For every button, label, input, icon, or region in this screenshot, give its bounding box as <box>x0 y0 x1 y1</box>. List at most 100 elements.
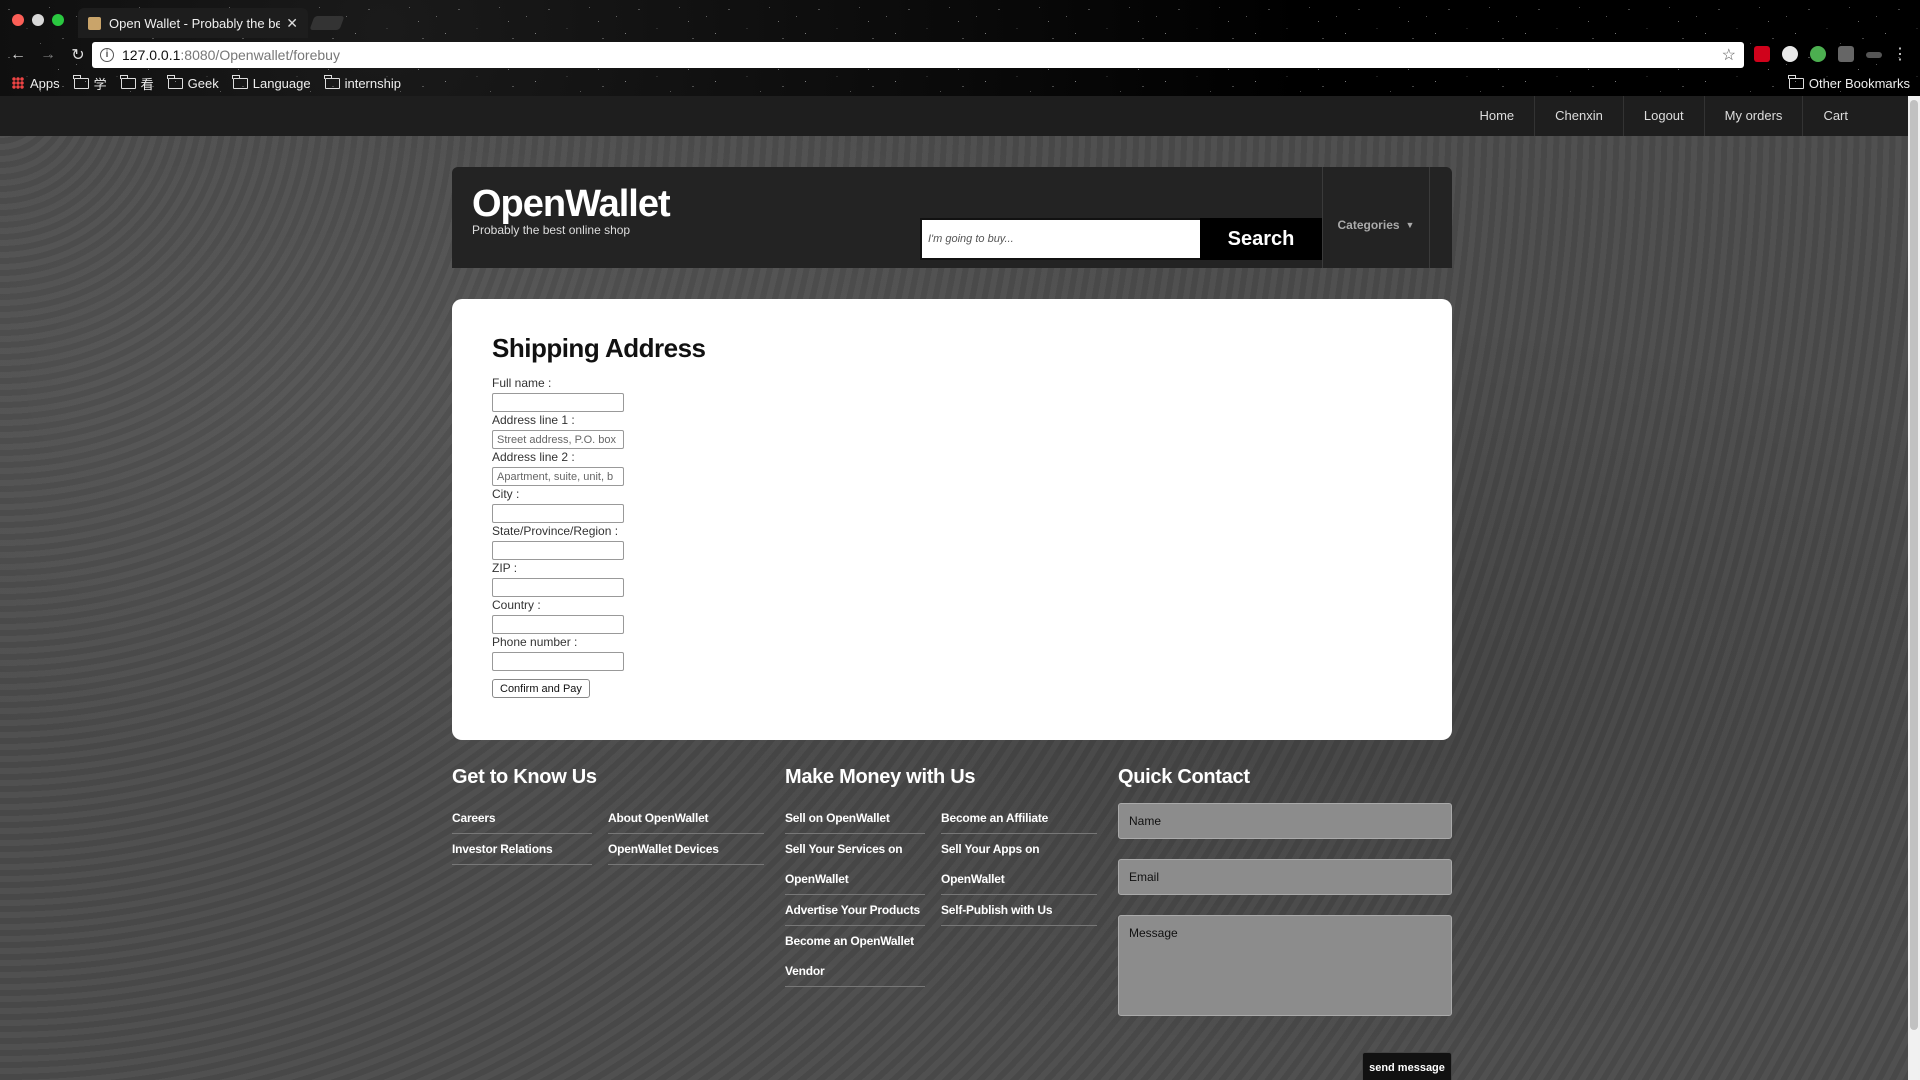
bookmark-label: Apps <box>30 75 60 91</box>
categories-label: Categories <box>1337 217 1400 232</box>
new-tab-button[interactable] <box>309 16 345 30</box>
field-label: Country : <box>492 598 541 612</box>
field-label: Address line 2 : <box>492 450 575 464</box>
city-input[interactable] <box>492 504 624 523</box>
search-input[interactable] <box>920 218 1202 260</box>
bookmark-label: 学 <box>93 76 107 92</box>
close-window-icon[interactable] <box>12 14 24 26</box>
footer-link-column: Careers Investor Relations <box>452 803 592 865</box>
footer-link[interactable]: Sell Your Apps on OpenWallet <box>941 834 1097 895</box>
footer-link[interactable]: Become an Affiliate <box>941 803 1097 834</box>
footer-link-column: Sell on OpenWallet Sell Your Services on… <box>785 803 925 987</box>
state-input[interactable] <box>492 541 624 560</box>
send-message-button[interactable]: send message <box>1362 1052 1452 1080</box>
folder-icon <box>324 74 340 89</box>
favicon-icon <box>88 16 101 30</box>
folder-icon <box>73 74 89 89</box>
bookmark-apps[interactable]: Apps <box>12 76 60 91</box>
footer-heading: Make Money with Us <box>785 766 976 788</box>
window-controls <box>12 14 64 26</box>
nav-logout[interactable]: Logout <box>1622 96 1704 136</box>
bookmark-folder-internship[interactable]: internship <box>324 74 401 91</box>
footer-link[interactable]: Advertise Your Products <box>785 895 925 926</box>
address-line-1-input[interactable] <box>492 430 624 449</box>
search-button[interactable]: Search <box>1200 218 1322 260</box>
bookmark-folder-language[interactable]: Language <box>232 74 311 91</box>
browser-tab[interactable]: Open Wallet - Probably the be ✕ <box>78 8 308 38</box>
close-tab-icon[interactable]: ✕ <box>286 15 298 32</box>
page-body: Home Chenxin Logout My orders Cart OpenW… <box>0 96 1908 1080</box>
field-phone: Phone number : <box>492 635 1412 672</box>
footer-link[interactable]: Careers <box>452 803 592 834</box>
field-address-2: Address line 2 : <box>492 450 1412 487</box>
site-tagline: Probably the best online shop <box>472 223 631 237</box>
categories-dropdown[interactable]: Categories ▼ <box>1322 167 1430 268</box>
field-label: State/Province/Region : <box>492 524 619 538</box>
back-icon[interactable]: ← <box>6 46 30 64</box>
extension-icon-5[interactable] <box>1866 52 1882 58</box>
field-full-name: Full name : <box>492 376 1412 413</box>
footer-link-column: About OpenWallet OpenWallet Devices <box>608 803 764 865</box>
scrollbar-thumb[interactable] <box>1910 100 1918 1030</box>
site-logo[interactable]: OpenWallet <box>472 183 671 226</box>
nav-cart[interactable]: Cart <box>1802 96 1868 136</box>
top-nav: Home Chenxin Logout My orders Cart <box>1459 96 1868 136</box>
field-country: Country : <box>492 598 1412 635</box>
footer-link[interactable]: Self-Publish with Us <box>941 895 1097 926</box>
reload-icon[interactable]: ↻ <box>66 45 90 65</box>
browser-chrome: Open Wallet - Probably the be ✕ ← → ↻ i … <box>0 0 1920 96</box>
field-label: ZIP : <box>492 561 518 575</box>
zip-input[interactable] <box>492 578 624 597</box>
apps-grid-icon <box>12 77 24 89</box>
bookmark-folder-2[interactable]: 看 <box>120 74 154 93</box>
extension-icon-4[interactable] <box>1838 46 1854 62</box>
footer-link[interactable]: OpenWallet Devices <box>608 834 764 865</box>
bookmark-folder-1[interactable]: 学 <box>73 74 107 93</box>
extension-icon-2[interactable] <box>1782 46 1798 62</box>
page-scrollbar[interactable] <box>1908 96 1920 1080</box>
contact-email-input[interactable] <box>1118 859 1452 895</box>
folder-icon <box>232 74 248 89</box>
info-icon[interactable]: i <box>100 48 114 62</box>
country-input[interactable] <box>492 615 624 634</box>
top-bar: Home Chenxin Logout My orders Cart <box>0 96 1908 136</box>
footer-link[interactable]: Sell Your Services on OpenWallet <box>785 834 925 895</box>
phone-input[interactable] <box>492 652 624 671</box>
field-label: Phone number : <box>492 635 578 649</box>
bookmark-folder-geek[interactable]: Geek <box>167 74 219 91</box>
chevron-down-icon: ▼ <box>1405 219 1415 230</box>
footer-link[interactable]: Become an OpenWallet Vendor <box>785 926 925 987</box>
extension-icon-1[interactable] <box>1754 46 1770 62</box>
other-bookmarks-label: Other Bookmarks <box>1808 75 1910 91</box>
maximize-window-icon[interactable] <box>52 14 64 26</box>
contact-message-input[interactable] <box>1118 915 1452 1016</box>
footer-link[interactable]: Sell on OpenWallet <box>785 803 925 834</box>
full-name-input[interactable] <box>492 393 624 412</box>
bookmark-star-icon[interactable]: ☆ <box>1722 45 1736 65</box>
footer-heading: Quick Contact <box>1118 766 1250 788</box>
url-path: :8080/Openwallet/forebuy <box>180 47 340 63</box>
nav-my-orders[interactable]: My orders <box>1703 96 1803 136</box>
tab-title: Open Wallet - Probably the be <box>109 15 281 31</box>
nav-user[interactable]: Chenxin <box>1534 96 1623 136</box>
footer-links: Sell on OpenWallet Sell Your Services on… <box>785 803 1097 987</box>
contact-name-input[interactable] <box>1118 803 1452 839</box>
address-bar[interactable]: i 127.0.0.1:8080/Openwallet/forebuy ☆ <box>92 42 1744 68</box>
field-zip: ZIP : <box>492 561 1412 598</box>
footer-link[interactable]: About OpenWallet <box>608 803 764 834</box>
other-bookmarks[interactable]: Other Bookmarks <box>1788 72 1910 94</box>
bookmarks-bar: Apps 学 看 Geek Language internship <box>0 72 1920 94</box>
footer-link-column: Become an Affiliate Sell Your Apps on Op… <box>941 803 1097 987</box>
confirm-and-pay-button[interactable]: Confirm and Pay <box>492 679 590 698</box>
menu-icon[interactable]: ⋮ <box>1888 44 1912 64</box>
minimize-window-icon[interactable] <box>32 14 44 26</box>
extension-icon-3[interactable] <box>1810 46 1826 62</box>
nav-home[interactable]: Home <box>1459 96 1534 136</box>
bookmark-label: internship <box>344 75 401 91</box>
footer-link[interactable]: Investor Relations <box>452 834 592 865</box>
folder-icon <box>1788 74 1804 89</box>
address-line-2-input[interactable] <box>492 467 624 486</box>
forward-icon[interactable]: → <box>36 46 60 64</box>
field-city: City : <box>492 487 1412 524</box>
footer-heading: Get to Know Us <box>452 766 597 788</box>
